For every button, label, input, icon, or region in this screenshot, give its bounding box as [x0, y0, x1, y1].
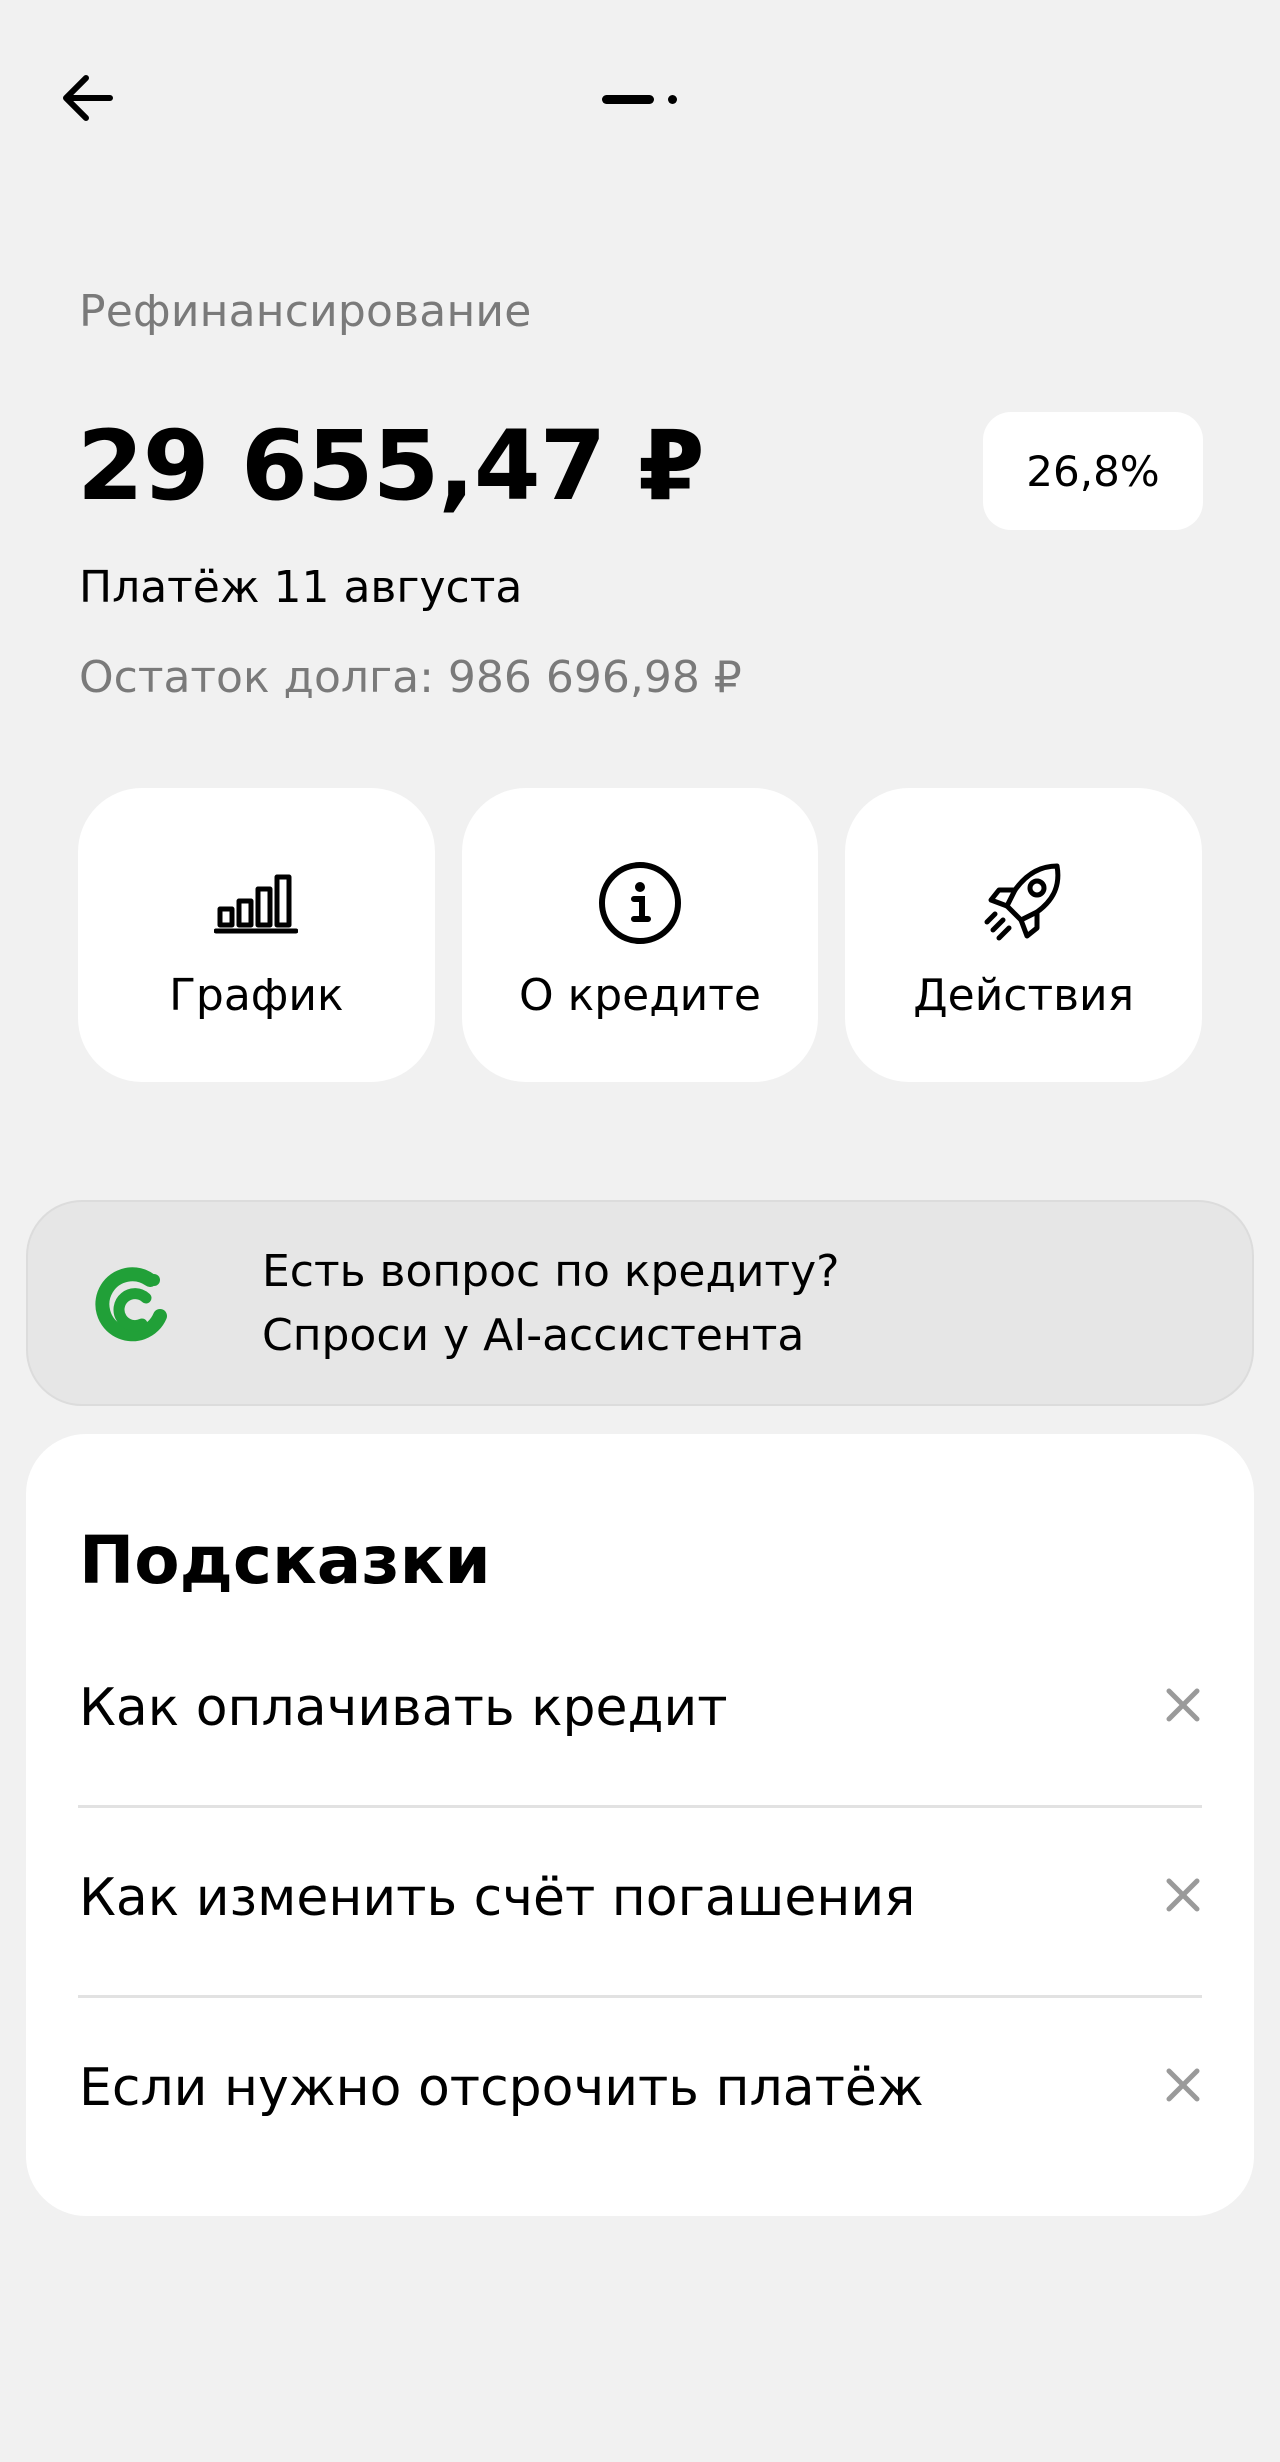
about-loan-label: О кредите	[519, 970, 761, 1021]
bar-chart-icon	[211, 858, 301, 948]
tip-item[interactable]: Если нужно отсрочить платёж	[78, 1998, 1202, 2188]
close-icon[interactable]	[1158, 2060, 1208, 2110]
close-icon[interactable]	[1158, 1870, 1208, 1920]
actions-label: Действия	[913, 970, 1135, 1021]
rate-badge[interactable]: 26,8%	[983, 412, 1203, 530]
page-indicator	[602, 92, 682, 106]
actions-button[interactable]: Действия	[845, 788, 1203, 1082]
tip-label: Как изменить счёт погашения	[79, 1868, 916, 1928]
payment-date: Платёж 11 августа	[79, 562, 523, 613]
about-loan-button[interactable]: О кредите	[461, 788, 819, 1082]
page-indicator-active	[602, 95, 654, 104]
ai-banner-question: Есть вопрос по кредиту?	[262, 1246, 840, 1297]
page-indicator-dot	[668, 95, 677, 104]
schedule-label: График	[169, 970, 344, 1021]
info-icon	[595, 858, 685, 948]
close-icon[interactable]	[1158, 1680, 1208, 1730]
rocket-icon	[979, 858, 1069, 948]
ai-assistant-banner[interactable]: Есть вопрос по кредиту? Спроси у AI-асси…	[26, 1200, 1254, 1406]
tips-card: Подсказки Как оплачивать кредит Как изме…	[26, 1434, 1254, 2216]
tips-title: Подсказки	[79, 1522, 491, 1599]
action-cards: График О кредите Действия	[78, 788, 1203, 1082]
top-bar	[0, 0, 1280, 200]
tip-label: Если нужно отсрочить платёж	[79, 2058, 924, 2118]
schedule-button[interactable]: График	[78, 788, 435, 1082]
loan-title: Рефинансирование	[79, 286, 532, 337]
tip-label: Как оплачивать кредит	[79, 1678, 728, 1738]
back-button[interactable]	[56, 66, 120, 130]
payment-amount: 29 655,47 ₽	[77, 410, 705, 522]
tip-item[interactable]: Как оплачивать кредит	[78, 1618, 1202, 1808]
debt-remaining: Остаток долга: 986 696,98 ₽	[79, 652, 742, 703]
tip-item[interactable]: Как изменить счёт погашения	[78, 1808, 1202, 1998]
sber-logo-icon	[80, 1254, 180, 1354]
arrow-left-icon	[63, 75, 113, 121]
ai-banner-cta: Спроси у AI-ассистента	[262, 1310, 805, 1361]
